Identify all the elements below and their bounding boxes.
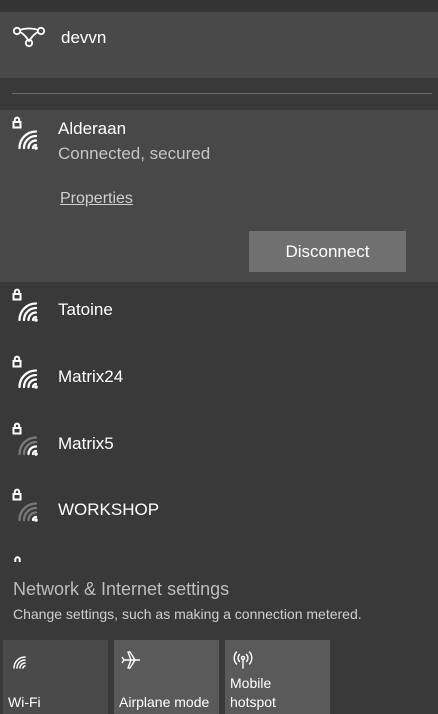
divider <box>12 93 432 94</box>
connection-status: Connected, secured <box>58 144 211 163</box>
network-settings-link[interactable]: Network & Internet settings <box>13 579 229 600</box>
wifi-icon <box>13 656 26 669</box>
network-name: Tatoine <box>58 300 113 319</box>
hotspot-icon <box>233 651 253 669</box>
properties-link[interactable]: Properties <box>60 190 133 208</box>
wifi-secured-icon <box>12 488 38 522</box>
vpn-label: devvn <box>61 28 107 47</box>
wifi-secured-icon <box>12 288 38 322</box>
wifi-tile[interactable]: Wi-Fi <box>3 640 108 714</box>
wifi-tile-label: Wi-Fi <box>8 694 41 710</box>
vpn-icon <box>12 26 46 48</box>
connected-network-name: Alderaan <box>58 119 127 138</box>
disconnect-button[interactable]: Disconnect <box>249 231 406 272</box>
network-settings-description: Change settings, such as making a connec… <box>13 606 362 622</box>
network-name: Matrix5 <box>58 434 114 453</box>
top-strip <box>0 0 438 12</box>
network-name: Matrix24 <box>58 367 124 386</box>
network-item-tatoine[interactable]: Tatoine <box>0 282 438 348</box>
wifi-secured-icon <box>12 422 38 456</box>
airplane-icon <box>121 651 140 669</box>
mobile-hotspot-tile[interactable]: Mobile hotspot <box>225 640 330 714</box>
lock-icon <box>14 556 21 562</box>
wifi-secured-icon <box>12 355 38 389</box>
network-item-workshop[interactable]: WORKSHOP <box>0 482 438 548</box>
network-item-matrix24[interactable]: Matrix24 <box>0 349 438 415</box>
airplane-mode-label: Airplane mode <box>119 694 210 710</box>
wifi-secured-icon <box>12 116 38 150</box>
network-item-matrix5[interactable]: Matrix5 <box>0 416 438 482</box>
vpn-row[interactable]: devvn <box>0 12 438 78</box>
connected-network[interactable]: Alderaan Connected, secured Properties D… <box>0 110 438 282</box>
airplane-mode-tile[interactable]: Airplane mode <box>114 640 219 714</box>
mobile-hotspot-label: Mobile hotspot <box>230 675 276 710</box>
network-name: WORKSHOP <box>58 500 160 519</box>
